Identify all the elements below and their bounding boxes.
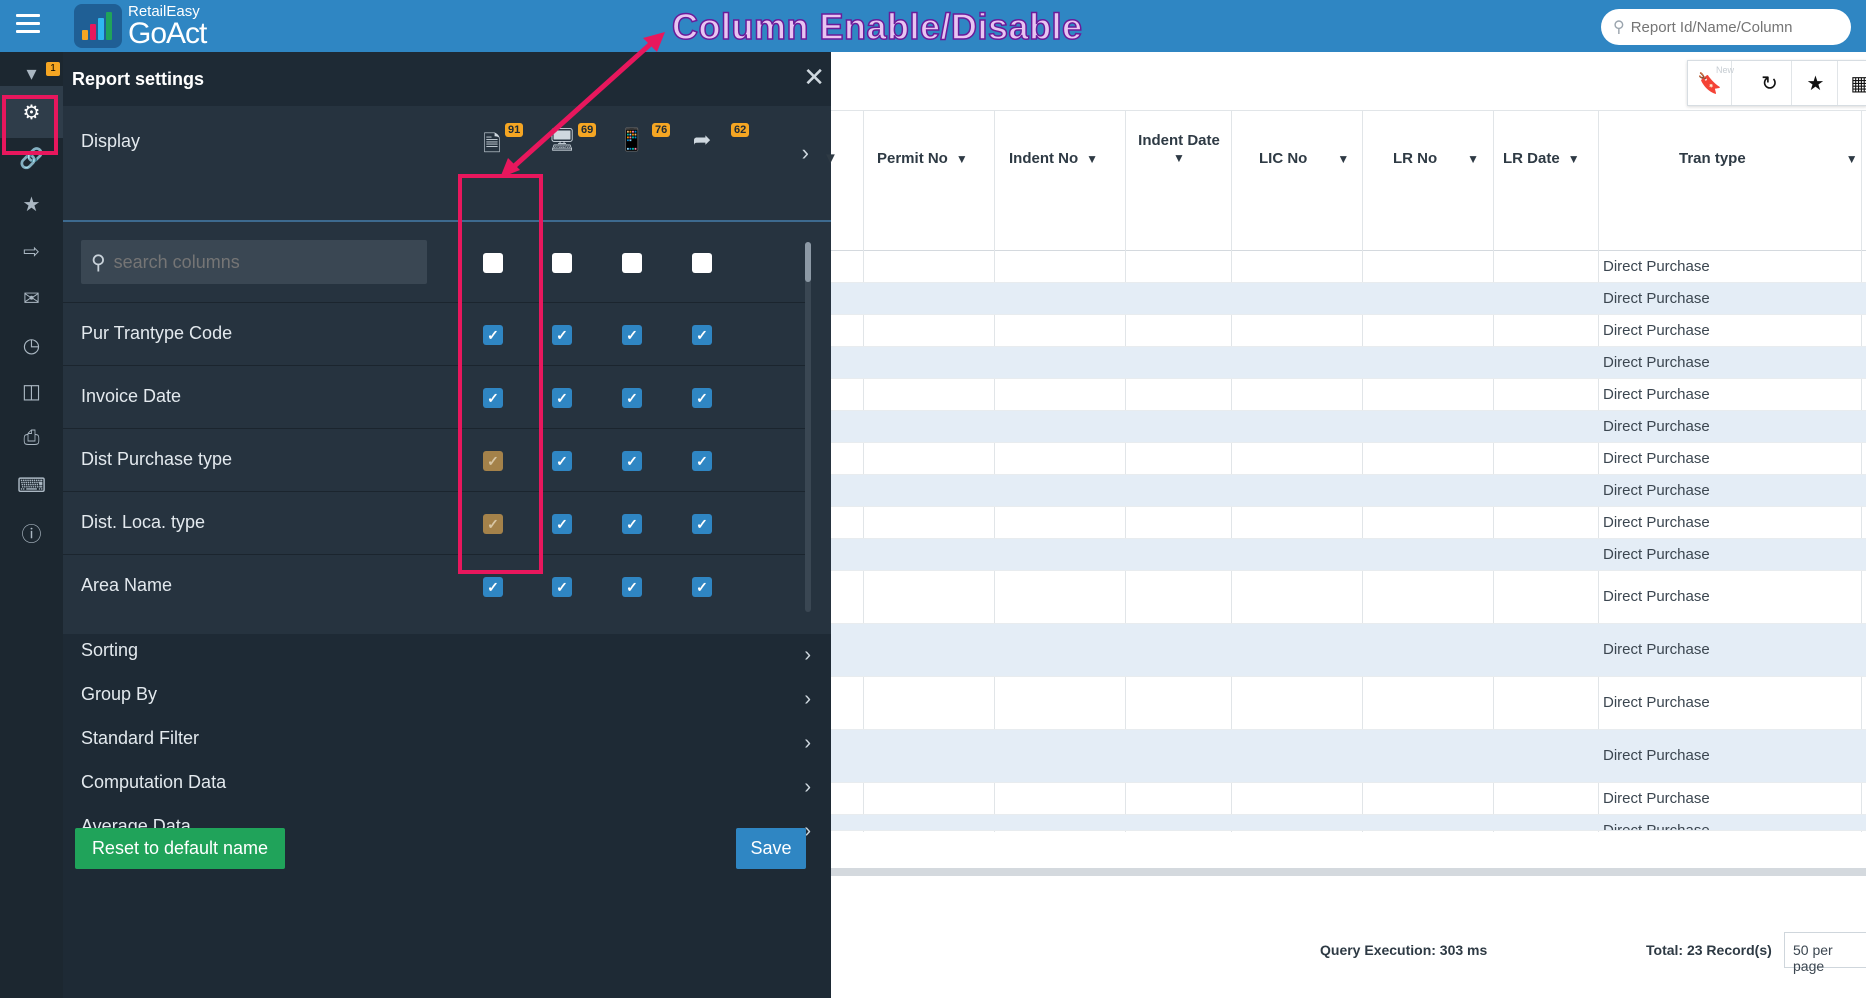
annotation-arrow <box>500 32 665 178</box>
